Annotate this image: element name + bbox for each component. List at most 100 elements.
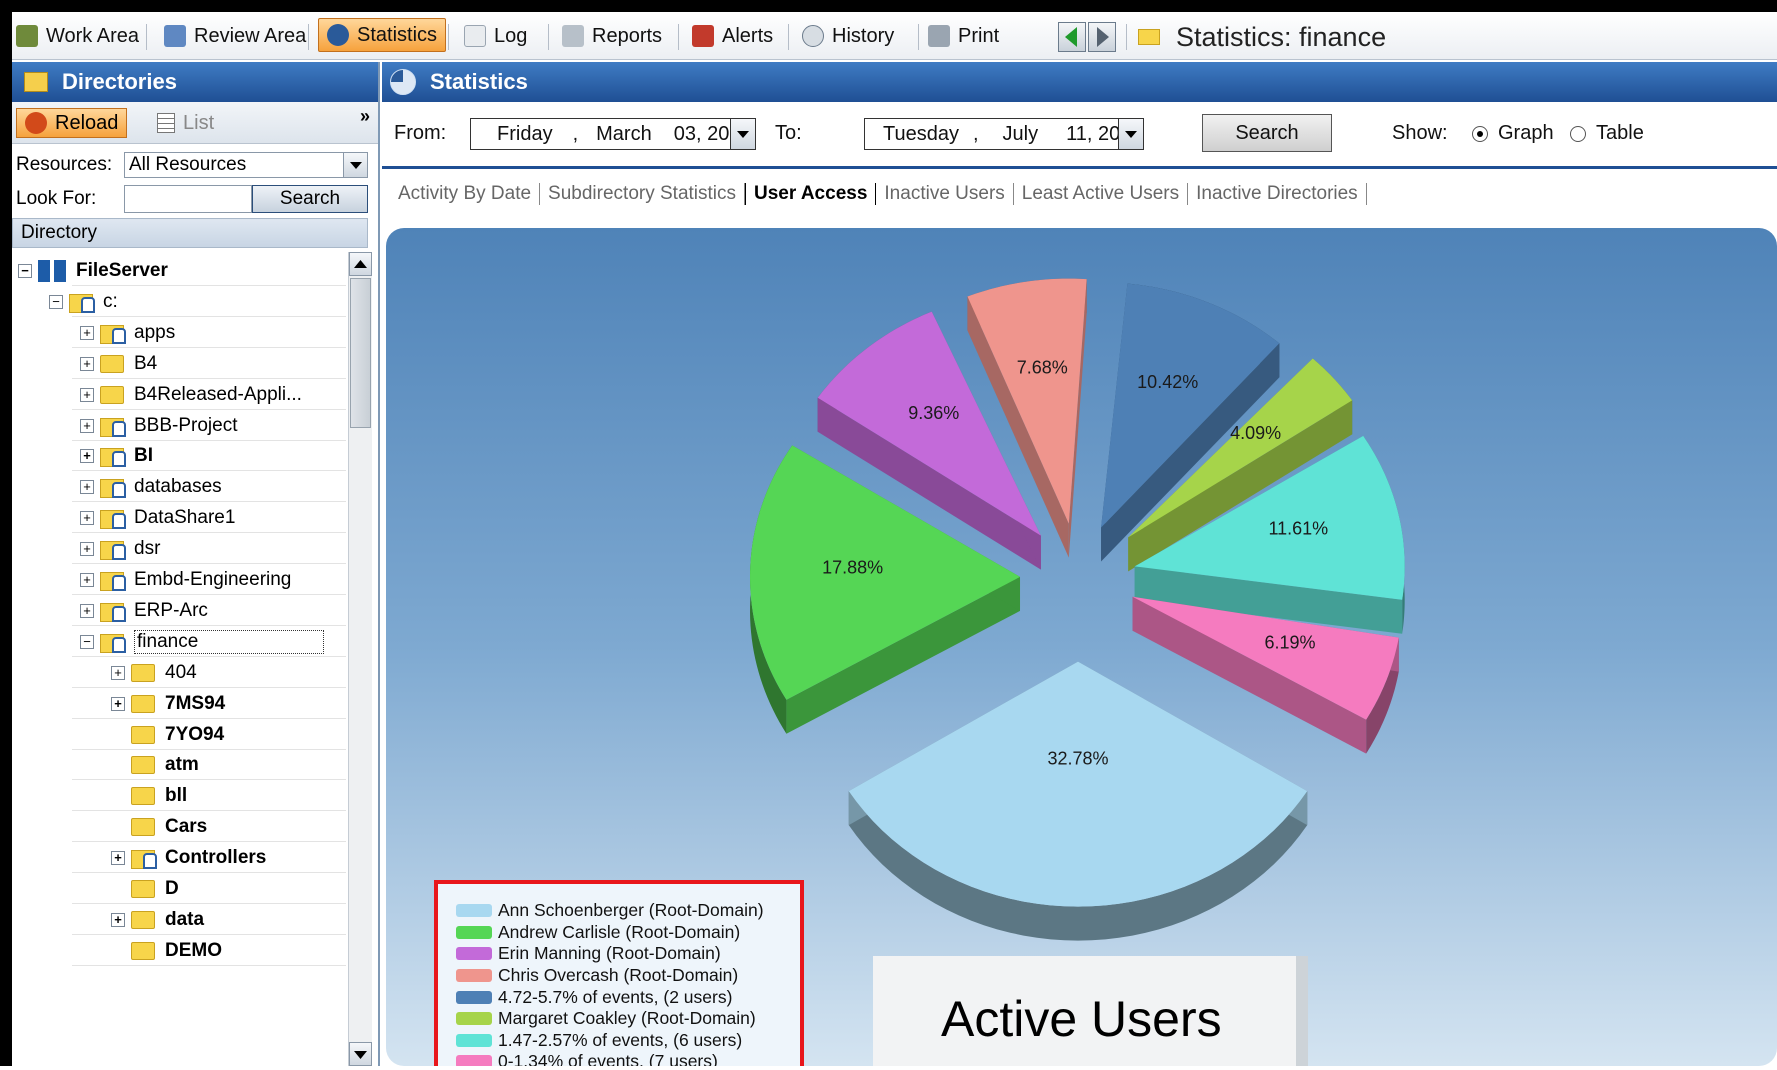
list-button[interactable]: List <box>157 108 214 138</box>
reload-button[interactable]: Reload <box>16 108 128 138</box>
expand-icon[interactable]: + <box>80 511 94 526</box>
shared-folder-icon <box>100 476 126 499</box>
statistics-button[interactable]: Statistics <box>318 18 447 52</box>
legend-swatch <box>456 904 492 918</box>
tree-scrollbar[interactable] <box>348 252 372 1066</box>
tree-item[interactable]: + B4Released-Appli... <box>80 380 302 410</box>
log-button[interactable]: Log <box>464 20 527 52</box>
expand-icon[interactable]: + <box>80 573 94 587</box>
expand-icon[interactable]: + <box>80 603 94 618</box>
list-label: List <box>183 111 215 134</box>
tree-item[interactable]: + BI <box>80 441 153 471</box>
legend-swatch <box>456 1055 492 1066</box>
tree-item[interactable]: bll <box>111 781 187 811</box>
table-radio-dot[interactable] <box>1570 125 1586 142</box>
report-tab[interactable]: Activity By Date <box>398 183 541 205</box>
legend-swatch <box>456 947 492 961</box>
tree-item[interactable]: + data <box>111 905 204 935</box>
graph-radio-dot[interactable] <box>1472 125 1488 142</box>
tree-item[interactable]: + databases <box>80 472 222 502</box>
alerts-button[interactable]: Alerts <box>692 20 773 52</box>
tree-item[interactable]: + B4 <box>80 349 157 379</box>
reports-label: Reports <box>592 24 663 47</box>
report-tab[interactable]: Least Active Users <box>1014 183 1189 205</box>
tree-item-label: BBB-Project <box>134 414 238 436</box>
forward-arrow-button[interactable] <box>1088 22 1116 52</box>
report-tab[interactable]: Inactive Directories <box>1188 183 1367 205</box>
from-weekday[interactable]: Friday <box>497 123 553 146</box>
tree-item[interactable]: 7YO94 <box>111 720 224 750</box>
look-for-search-button[interactable]: Search <box>252 185 368 213</box>
resources-label: Resources: <box>16 154 113 175</box>
tree-item[interactable]: +404 <box>111 658 197 688</box>
tree-item[interactable]: + apps <box>80 318 175 348</box>
to-date-picker[interactable]: Tuesday , July 11, 2006 <box>864 118 1144 150</box>
print-button[interactable]: Print <box>928 20 999 52</box>
expand-icon[interactable]: + <box>80 387 94 402</box>
statistics-icon <box>327 24 349 46</box>
expand-icon[interactable]: + <box>111 696 125 711</box>
legend-item: 1.47-2.57% of events, (6 users) <box>456 1030 800 1052</box>
tree-item[interactable]: − FileServer <box>18 256 168 286</box>
to-date-dropdown-icon[interactable] <box>1118 118 1144 150</box>
dropdown-arrow-icon[interactable] <box>343 153 367 177</box>
scroll-thumb[interactable] <box>350 278 371 428</box>
expand-icon[interactable]: + <box>111 665 125 680</box>
report-tab[interactable]: Subdirectory Statistics <box>540 183 746 205</box>
expand-icon[interactable]: + <box>80 325 94 340</box>
tree-item[interactable]: atm <box>111 750 199 780</box>
tree-item[interactable]: Cars <box>111 812 207 842</box>
tree-item[interactable]: +7MS94 <box>111 689 225 719</box>
collapse-icon[interactable]: − <box>80 634 94 649</box>
search-button[interactable]: Search <box>1202 114 1332 152</box>
from-date-dropdown-icon[interactable] <box>730 118 756 150</box>
tree-item[interactable]: + Controllers <box>111 843 266 873</box>
expand-icon[interactable]: + <box>111 851 125 866</box>
forward-arrow-icon <box>1097 27 1109 47</box>
shared-folder-icon <box>131 847 157 870</box>
scroll-down-button[interactable] <box>349 1042 372 1066</box>
to-month[interactable]: July <box>1003 123 1039 146</box>
collapse-icon[interactable]: − <box>49 294 63 309</box>
look-for-input[interactable] <box>124 185 252 213</box>
scroll-up-button[interactable] <box>349 252 372 276</box>
tree-item[interactable]: + dsr <box>80 534 160 564</box>
expand-icon[interactable]: + <box>80 449 94 464</box>
report-tab[interactable]: Inactive Users <box>876 183 1014 205</box>
tree-item[interactable]: − c: <box>49 287 118 317</box>
report-tabs: Activity By Date Subdirectory Statistics U… <box>398 180 1367 208</box>
report-tab[interactable]: User Access <box>745 183 877 205</box>
resources-select[interactable]: All Resources <box>124 152 368 178</box>
tree-item-label: data <box>165 908 205 930</box>
work-area-button[interactable]: Work Area <box>16 20 139 52</box>
from-month[interactable]: March <box>596 123 652 146</box>
review-area-button[interactable]: Review Area <box>164 20 306 52</box>
graph-radio[interactable]: Graph <box>1472 122 1554 145</box>
more-chevron-icon[interactable]: » <box>360 106 370 127</box>
shared-folder-icon <box>100 569 126 591</box>
tree-item[interactable]: D <box>111 874 179 904</box>
folder-icon <box>131 694 155 713</box>
to-weekday[interactable]: Tuesday <box>883 123 959 146</box>
table-radio[interactable]: Table <box>1570 122 1644 145</box>
tree-item[interactable]: + BBB-Project <box>80 411 237 441</box>
expand-icon[interactable]: + <box>80 356 94 371</box>
expand-icon[interactable]: + <box>111 912 125 927</box>
from-label: From: <box>394 122 447 144</box>
expand-icon[interactable]: + <box>80 480 94 495</box>
reports-button[interactable]: Reports <box>562 20 662 52</box>
from-date-picker[interactable]: Friday , March 03, 2006 <box>470 118 756 150</box>
expand-icon[interactable]: + <box>80 542 94 557</box>
expand-icon[interactable]: + <box>80 418 94 433</box>
tree-item[interactable]: − finance <box>80 627 324 657</box>
tree-item[interactable]: + ERP-Arc <box>80 596 208 626</box>
collapse-icon[interactable]: − <box>18 264 32 278</box>
print-icon <box>928 25 950 47</box>
tree-item[interactable]: + DataShare1 <box>80 503 235 533</box>
back-arrow-button[interactable] <box>1058 22 1086 52</box>
history-button[interactable]: History <box>802 20 894 52</box>
toolbar-separator <box>678 24 679 50</box>
tree-item[interactable]: + Embd-Engineering <box>80 565 291 595</box>
directory-column-header[interactable]: Directory <box>12 218 368 248</box>
tree-item[interactable]: DEMO <box>111 936 222 966</box>
